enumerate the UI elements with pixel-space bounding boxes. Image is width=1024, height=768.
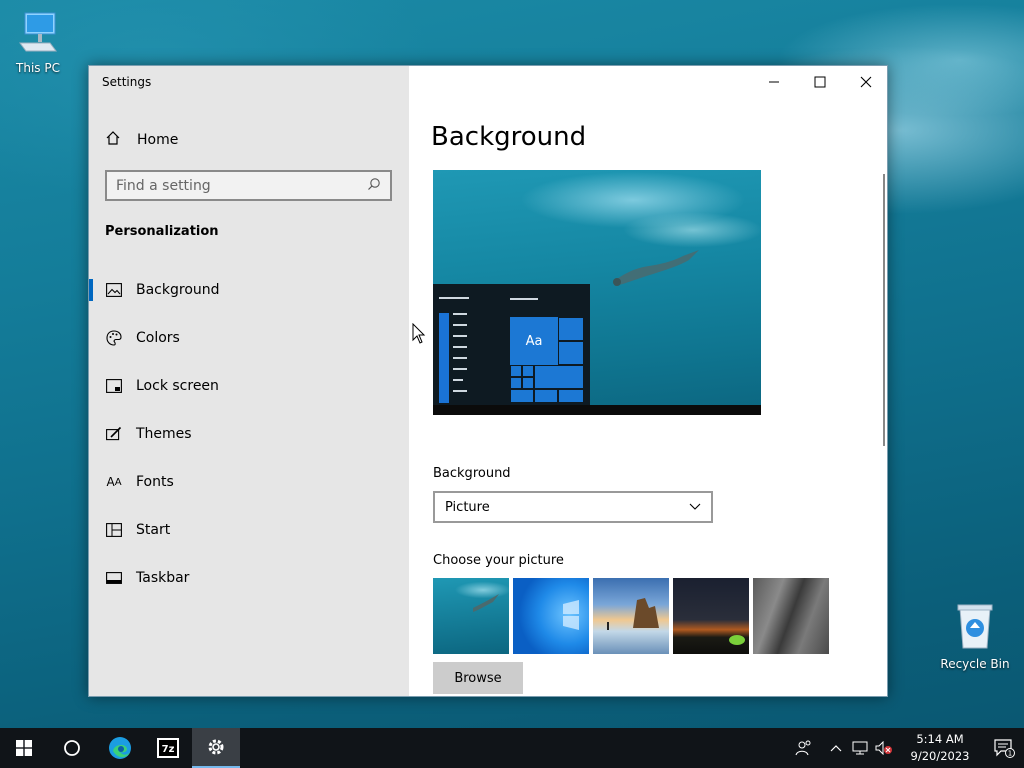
sidebar-item-label: Fonts [136, 474, 174, 490]
edge-taskbar-button[interactable] [96, 728, 144, 768]
taskbar-icon [105, 569, 123, 587]
clock-date: 9/20/2023 [910, 749, 970, 763]
sidebar-item-label: Start [136, 522, 171, 538]
home-button[interactable]: Home [105, 130, 178, 150]
section-title: Personalization [105, 224, 219, 239]
preview-app-list [439, 313, 449, 403]
search-icon [367, 177, 381, 195]
show-hidden-icons-button[interactable] [824, 728, 848, 768]
7zip-icon: 7z [157, 738, 179, 758]
sidebar-item-fonts[interactable]: AA Fonts [89, 458, 409, 506]
scrollbar[interactable] [883, 174, 885, 446]
background-label: Background [433, 466, 511, 481]
sidebar-item-taskbar[interactable]: Taskbar [89, 554, 409, 602]
notification-icon: 1 [994, 739, 1015, 758]
sidebar-nav: Background Colors Lock screen Themes A A… [89, 266, 409, 602]
circle-icon [64, 740, 80, 756]
cortana-button[interactable] [48, 728, 96, 768]
windows-logo-icon [16, 740, 32, 756]
recycle-bin-icon [937, 602, 1013, 653]
sidebar-item-background[interactable]: Background [89, 266, 409, 314]
themes-icon [105, 425, 123, 443]
sidebar-item-start[interactable]: Start [89, 506, 409, 554]
home-icon [105, 130, 123, 150]
sidebar: Settings Home Find a setting Personaliza… [89, 66, 409, 696]
thumbnail-windows-blue[interactable] [513, 578, 589, 654]
browse-button[interactable]: Browse [433, 662, 523, 694]
choose-picture-label: Choose your picture [433, 553, 564, 568]
clock[interactable]: 5:14 AM 9/20/2023 [902, 731, 978, 765]
7zip-taskbar-button[interactable]: 7z [144, 728, 192, 768]
desktop-icon-label: This PC [16, 61, 60, 75]
people-button[interactable] [784, 728, 824, 768]
sidebar-item-label: Background [136, 282, 220, 298]
computer-icon [0, 10, 76, 57]
chevron-down-icon [689, 500, 701, 515]
settings-taskbar-button[interactable] [192, 728, 240, 768]
thumbnail-cliff[interactable] [753, 578, 829, 654]
volume-muted-icon [875, 741, 892, 755]
background-preview: Aa [433, 170, 761, 415]
network-button[interactable] [848, 728, 872, 768]
diver-image [613, 250, 699, 286]
palette-icon [105, 329, 123, 347]
picture-icon [105, 281, 123, 299]
preview-tile: Aa [510, 317, 558, 365]
search-placeholder: Find a setting [116, 177, 211, 194]
minimize-icon [769, 81, 779, 83]
action-center-button[interactable]: 1 [984, 728, 1024, 768]
thumbnail-underwater[interactable] [433, 578, 509, 654]
mouse-cursor-icon [412, 323, 426, 344]
background-type-dropdown[interactable]: Picture [433, 491, 713, 523]
background-type-value: Picture [445, 499, 490, 515]
sidebar-item-label: Colors [136, 330, 180, 346]
taskbar: 7z 5:14 AM 9/20/2023 1 [0, 728, 1024, 768]
home-label: Home [137, 132, 179, 148]
content-pane: Background Aa Background Picture Choose … [409, 66, 887, 696]
sidebar-item-themes[interactable]: Themes [89, 410, 409, 458]
chevron-up-icon [830, 745, 842, 752]
minimize-button[interactable] [751, 66, 797, 98]
thumbnail-beach-rocks[interactable] [593, 578, 669, 654]
volume-button[interactable] [872, 728, 896, 768]
gear-icon [208, 739, 224, 755]
lock-screen-icon [105, 377, 123, 395]
page-title: Background [431, 122, 587, 152]
picture-thumbnails [433, 578, 829, 654]
sidebar-item-label: Themes [136, 426, 192, 442]
close-icon [860, 76, 872, 88]
maximize-button[interactable] [797, 66, 843, 98]
people-icon [795, 740, 811, 756]
fonts-icon: AA [106, 475, 122, 489]
system-tray: 5:14 AM 9/20/2023 1 [784, 728, 1024, 768]
desktop-icon-this-pc[interactable]: This PC [0, 10, 76, 75]
sidebar-item-lock-screen[interactable]: Lock screen [89, 362, 409, 410]
desktop-icon-recycle-bin[interactable]: Recycle Bin [937, 602, 1013, 671]
close-button[interactable] [843, 66, 887, 98]
notification-count: 1 [1008, 750, 1012, 758]
sidebar-item-label: Lock screen [136, 378, 219, 394]
search-input[interactable]: Find a setting [105, 170, 392, 201]
maximize-icon [814, 76, 826, 88]
sidebar-item-colors[interactable]: Colors [89, 314, 409, 362]
edge-icon [109, 737, 131, 759]
svg-text:7z: 7z [162, 744, 175, 755]
clock-time: 5:14 AM [916, 732, 964, 746]
preview-taskbar [433, 405, 761, 415]
network-icon [852, 741, 868, 755]
thumbnail-night-sky[interactable] [673, 578, 749, 654]
settings-window: Settings Home Find a setting Personaliza… [88, 65, 888, 697]
sidebar-item-label: Taskbar [136, 570, 190, 586]
desktop-icon-label: Recycle Bin [940, 657, 1010, 671]
window-title: Settings [102, 75, 152, 89]
start-icon [105, 521, 123, 539]
start-button[interactable] [0, 728, 48, 768]
